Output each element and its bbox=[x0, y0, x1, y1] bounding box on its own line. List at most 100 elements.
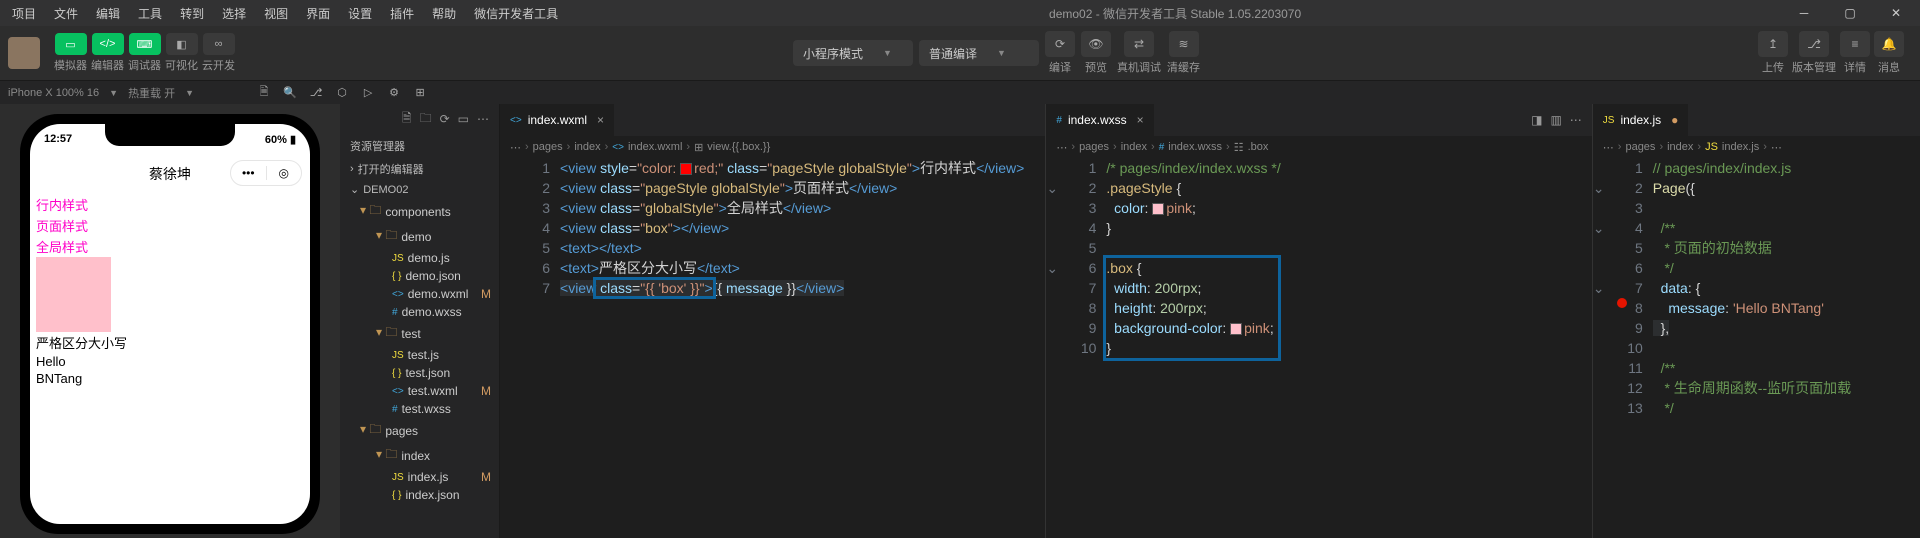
maximize-button[interactable]: ▢ bbox=[1830, 2, 1870, 24]
capsule[interactable]: ••• ◎ bbox=[230, 160, 302, 186]
page-title: 蔡徐坤 bbox=[149, 164, 191, 184]
code-area-2[interactable]: ⌄⌄ 12345678910 /* pages/index/index.wxss… bbox=[1046, 158, 1591, 538]
tree-item-test-wxss[interactable]: #test.wxss bbox=[340, 400, 499, 418]
clear-cache-button[interactable]: ≋ bbox=[1169, 31, 1199, 57]
compile-button[interactable]: ⟳ bbox=[1045, 31, 1075, 57]
visual-button[interactable]: ◧ bbox=[166, 33, 198, 55]
split-horizontal-icon[interactable]: ▥ bbox=[1550, 113, 1561, 127]
project-section[interactable]: ⌄DEMO02 bbox=[340, 180, 499, 199]
js-file-icon: JS bbox=[1603, 115, 1615, 126]
fold-gutter[interactable]: ⌄⌄ bbox=[1046, 158, 1066, 538]
close-icon[interactable]: × bbox=[597, 113, 604, 127]
message-label: 消息 bbox=[1878, 59, 1900, 75]
split-vertical-icon[interactable]: ◨ bbox=[1531, 113, 1542, 127]
tree-item-demo-js[interactable]: JSdemo.js bbox=[340, 249, 499, 267]
tree-label: test bbox=[401, 327, 420, 341]
fold-gutter[interactable]: ⌄⌄⌄ bbox=[1593, 158, 1613, 538]
menu-settings[interactable]: 设置 bbox=[340, 1, 380, 26]
new-folder-icon[interactable]: 🗀 bbox=[420, 109, 432, 130]
npm-icon[interactable]: ⬡ bbox=[332, 83, 352, 103]
code-area-3[interactable]: ⌄⌄⌄ 12345678910111213 // pages/index/ind… bbox=[1593, 158, 1920, 538]
close-button[interactable]: ✕ bbox=[1876, 2, 1916, 24]
device-select[interactable]: iPhone X 100% 16 bbox=[8, 87, 99, 99]
files-icon[interactable]: 🗎 bbox=[254, 83, 274, 103]
tab-label: index.js bbox=[1620, 113, 1661, 127]
tree-item-test[interactable]: ▾ 🗀test bbox=[340, 321, 499, 346]
capsule-menu-icon[interactable]: ••• bbox=[231, 166, 266, 180]
refresh-icon[interactable]: ⟳ bbox=[440, 112, 450, 126]
json-file-icon: { } bbox=[392, 271, 401, 282]
tree-item-index[interactable]: ▾ 🗀index bbox=[340, 443, 499, 468]
simulator-label: 模拟器 bbox=[54, 57, 87, 73]
more-icon[interactable]: ⋯ bbox=[477, 112, 489, 126]
menu-plugins[interactable]: 插件 bbox=[382, 1, 422, 26]
details-label: 详情 bbox=[1844, 59, 1866, 75]
minimize-button[interactable]: ─ bbox=[1784, 2, 1824, 24]
tree-item-test-js[interactable]: JStest.js bbox=[340, 346, 499, 364]
search-icon[interactable]: 🔍 bbox=[280, 83, 300, 103]
version-button[interactable]: ⎇ bbox=[1799, 31, 1829, 57]
tree-item-components[interactable]: ▾ 🗀components bbox=[340, 199, 499, 224]
menu-help[interactable]: 帮助 bbox=[424, 1, 464, 26]
menu-goto[interactable]: 转到 bbox=[172, 1, 212, 26]
editor-button[interactable]: </> bbox=[92, 33, 124, 55]
compile-mode-select[interactable]: 小程序模式▼ bbox=[793, 40, 913, 66]
menu-edit[interactable]: 编辑 bbox=[88, 1, 128, 26]
menu-select[interactable]: 选择 bbox=[214, 1, 254, 26]
version-label: 版本管理 bbox=[1792, 59, 1836, 75]
details-button[interactable]: ≡ bbox=[1840, 31, 1870, 57]
menu-devtools[interactable]: 微信开发者工具 bbox=[466, 1, 566, 26]
menu-project[interactable]: 项目 bbox=[4, 1, 44, 26]
tree-item-index-js[interactable]: JSindex.jsM bbox=[340, 468, 499, 486]
compile-type-select[interactable]: 普通编译▼ bbox=[919, 40, 1039, 66]
tree-item-demo-wxss[interactable]: #demo.wxss bbox=[340, 303, 499, 321]
tree-item-demo-json[interactable]: { }demo.json bbox=[340, 267, 499, 285]
tab-index-wxml[interactable]: <>index.wxml× bbox=[500, 104, 615, 136]
capsule-close-icon[interactable]: ◎ bbox=[267, 166, 302, 180]
tree-item-test-json[interactable]: { }test.json bbox=[340, 364, 499, 382]
new-file-icon[interactable]: 🗎 bbox=[402, 109, 412, 130]
git-icon[interactable]: ⎇ bbox=[306, 83, 326, 103]
code-area-1[interactable]: 1234567 <view style="color: red;" class=… bbox=[500, 158, 1045, 538]
tree-label: test.wxml bbox=[408, 384, 458, 398]
tab-index-wxss[interactable]: #index.wxss× bbox=[1046, 104, 1154, 136]
debugger-button[interactable]: ⌨ bbox=[129, 33, 161, 55]
folder-file-icon: ▾ 🗀 bbox=[360, 201, 381, 222]
breakpoint-icon[interactable] bbox=[1617, 298, 1627, 308]
compile-type-value: 普通编译 bbox=[929, 45, 977, 62]
code-1[interactable]: <view style="color: red;" class="pageSty… bbox=[560, 158, 1045, 538]
tree-item-demo[interactable]: ▾ 🗀demo bbox=[340, 224, 499, 249]
debug-icon[interactable]: ▷ bbox=[358, 83, 378, 103]
cloud-button[interactable]: ∞ bbox=[203, 33, 235, 55]
tree-item-test-wxml[interactable]: <>test.wxmlM bbox=[340, 382, 499, 400]
open-editors-section[interactable]: ›打开的编辑器 bbox=[340, 158, 499, 180]
breadcrumb-2[interactable]: ⋯ › pages › index › # index.wxss › ☷ .bo… bbox=[1046, 136, 1591, 158]
collapse-icon[interactable]: ▭ bbox=[458, 112, 469, 126]
menu-view[interactable]: 视图 bbox=[256, 1, 296, 26]
code-2[interactable]: /* pages/index/index.wxss */ .pageStyle … bbox=[1106, 158, 1591, 538]
remote-debug-button[interactable]: ⇄ bbox=[1124, 31, 1154, 57]
menu-ui[interactable]: 界面 bbox=[298, 1, 338, 26]
breadcrumb-3[interactable]: ⋯ › pages › index › JS index.js › ⋯ bbox=[1593, 136, 1920, 158]
explorer-title: 资源管理器 bbox=[340, 134, 499, 158]
ext-icon[interactable]: ⊞ bbox=[410, 83, 430, 103]
api-icon[interactable]: ⚙ bbox=[384, 83, 404, 103]
close-icon[interactable]: × bbox=[1137, 113, 1144, 127]
preview-button[interactable]: 👁 bbox=[1081, 31, 1111, 57]
tree-item-pages[interactable]: ▾ 🗀pages bbox=[340, 418, 499, 443]
simulator-button[interactable]: ▭ bbox=[55, 33, 87, 55]
menu-file[interactable]: 文件 bbox=[46, 1, 86, 26]
avatar[interactable] bbox=[8, 37, 40, 69]
tab-index-js[interactable]: JSindex.js● bbox=[1593, 104, 1690, 136]
tree-item-demo-wxml[interactable]: <>demo.wxmlM bbox=[340, 285, 499, 303]
menu-tools[interactable]: 工具 bbox=[130, 1, 170, 26]
editor-label: 编辑器 bbox=[91, 57, 124, 73]
tree-item-index-json[interactable]: { }index.json bbox=[340, 486, 499, 504]
more-icon[interactable]: ⋯ bbox=[1570, 113, 1582, 127]
tree-label: demo.wxml bbox=[408, 287, 469, 301]
upload-button[interactable]: ↥ bbox=[1758, 31, 1788, 57]
message-button[interactable]: 🔔 bbox=[1874, 31, 1904, 57]
code-3[interactable]: // pages/index/index.js Page({ /** * 页面的… bbox=[1653, 158, 1920, 538]
breadcrumb-1[interactable]: ⋯ › pages › index › <> index.wxml › ⊞ vi… bbox=[500, 136, 1045, 158]
hot-reload-toggle[interactable]: 热重载 开 bbox=[128, 85, 175, 101]
